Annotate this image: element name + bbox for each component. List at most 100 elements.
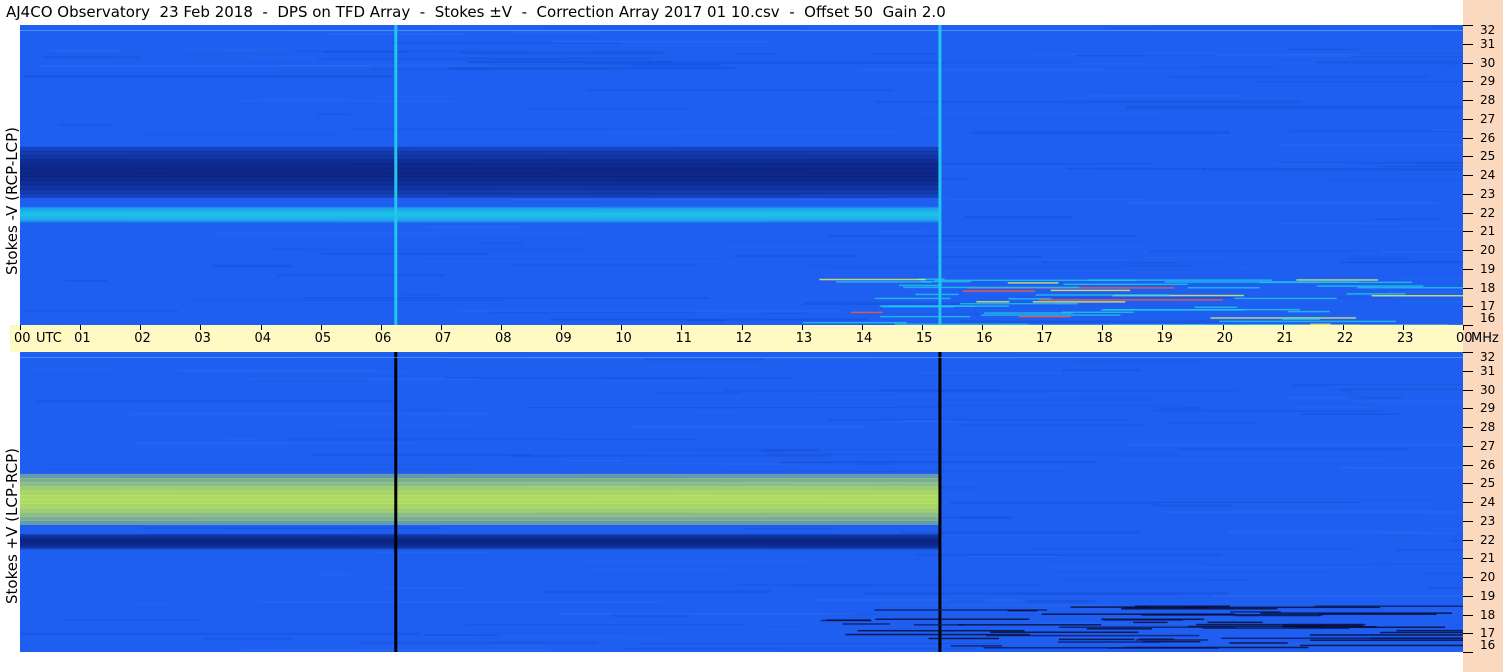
time-tick-mark	[440, 325, 442, 330]
bright-band-1	[20, 206, 940, 223]
texture-streak	[259, 97, 350, 100]
texture-streak	[737, 583, 1038, 586]
heatmap-top-svg	[20, 25, 1463, 325]
emission-streak	[1061, 311, 1134, 314]
texture-streak	[32, 369, 377, 371]
texture-streak	[633, 425, 864, 429]
frequency-tick-mark	[1463, 408, 1473, 410]
time-tick-mark	[921, 325, 923, 330]
band-strip	[20, 547, 940, 550]
texture-streak	[331, 424, 479, 427]
emission-streak	[1194, 306, 1238, 309]
texture-streak	[178, 47, 282, 51]
texture-streak	[729, 245, 1142, 248]
frequency-tick-label: 22	[1480, 532, 1496, 547]
texture-streak	[561, 463, 799, 466]
emission-streak	[963, 290, 1035, 292]
emission-streak	[984, 312, 1074, 314]
emission-streak	[879, 305, 975, 307]
frequency-tick-label: 23	[1480, 513, 1496, 528]
frequency-tick-label: 19	[1480, 261, 1496, 276]
texture-streak	[20, 632, 421, 635]
frequency-tick-mark	[1463, 137, 1473, 139]
emission-streak	[826, 619, 872, 621]
emission-streak	[1187, 287, 1260, 289]
emission-streak	[898, 284, 943, 287]
texture-streak	[1346, 257, 1411, 260]
texture-streak	[1338, 388, 1463, 392]
frequency-tick-label: 24	[1480, 495, 1496, 509]
texture-streak	[50, 233, 436, 236]
frequency-tick-label: 19	[1480, 588, 1496, 603]
texture-streak	[1062, 228, 1459, 231]
emission-streak	[1221, 637, 1435, 640]
texture-streak	[477, 631, 666, 633]
texture-streak	[959, 516, 1014, 519]
texture-streak	[405, 409, 444, 411]
texture-streak	[936, 256, 1042, 258]
emission-streak	[928, 637, 1000, 640]
texture-streak	[370, 67, 606, 71]
band-strip	[20, 159, 940, 165]
emission-streak	[903, 286, 1080, 289]
frequency-tick-label: 32	[1480, 23, 1496, 37]
ylabel-top: Stokes -V (RCP-LCP)	[3, 127, 21, 275]
texture-streak	[1325, 179, 1463, 181]
texture-streak	[277, 274, 446, 277]
emission-streak	[1233, 614, 1321, 617]
frequency-tick-mark	[1463, 175, 1473, 176]
frequency-tick-mark	[1463, 389, 1473, 391]
texture-streak	[354, 128, 678, 130]
texture-streak	[59, 124, 114, 126]
texture-streak	[543, 590, 772, 593]
texture-streak	[1380, 165, 1463, 167]
texture-streak	[118, 201, 258, 204]
frequency-tick-mark	[1463, 193, 1473, 195]
texture-streak	[528, 107, 688, 111]
texture-streak	[1071, 63, 1442, 65]
emission-streak	[842, 623, 890, 625]
time-tick-label: 06	[374, 331, 392, 346]
time-tick-mark	[140, 325, 142, 330]
texture-streak	[880, 604, 1106, 607]
time-tick-label: 03	[194, 331, 211, 346]
time-tick-mark	[501, 325, 502, 330]
time-tick-label: 16	[976, 331, 993, 346]
texture-streak	[1211, 594, 1463, 597]
texture-streak	[527, 407, 940, 409]
texture-streak	[475, 422, 557, 424]
band-strip	[20, 184, 940, 190]
frequency-tick-label: 29	[1480, 401, 1496, 416]
emission-streak	[1202, 627, 1350, 630]
emission-streak	[1234, 297, 1337, 300]
band-strip	[20, 499, 940, 504]
texture-streak	[1350, 396, 1403, 399]
texture-streak	[1155, 407, 1205, 410]
texture-streak	[1338, 196, 1377, 198]
texture-streak	[1207, 563, 1463, 566]
emission-streak	[1032, 301, 1126, 303]
texture-streak	[815, 598, 1021, 602]
frequency-tick-label: 29	[1480, 74, 1496, 89]
band-strip	[20, 155, 940, 161]
texture-streak	[644, 357, 765, 361]
texture-streak	[1114, 354, 1463, 356]
texture-streak	[1151, 504, 1232, 507]
band-strip	[20, 494, 940, 500]
texture-streak	[984, 465, 1349, 469]
texture-streak	[375, 551, 489, 554]
texture-streak	[135, 442, 417, 445]
emission-streak	[845, 633, 1030, 636]
emission-streak	[851, 311, 883, 314]
frequency-tick-label: 16	[1480, 638, 1496, 652]
texture-streak	[422, 260, 719, 262]
emission-streak	[914, 624, 964, 626]
texture-streak	[590, 567, 728, 571]
time-tick-mark	[80, 325, 82, 330]
texture-streak	[836, 93, 1111, 95]
time-tick-mark	[681, 325, 683, 330]
texture-streak	[248, 57, 326, 59]
texture-streak	[1359, 162, 1463, 164]
texture-streak	[1340, 261, 1463, 264]
emission-streak	[1035, 294, 1170, 296]
